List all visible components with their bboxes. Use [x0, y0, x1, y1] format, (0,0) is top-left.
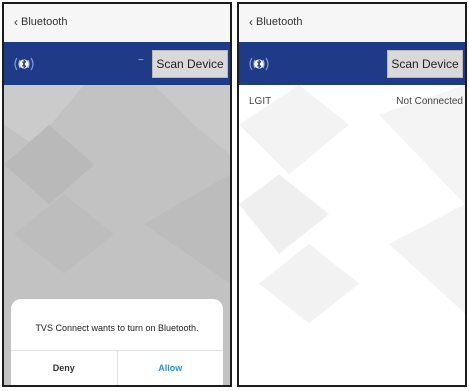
chevron-left-icon: ‹	[14, 15, 18, 29]
device-name: LGIT	[249, 96, 272, 107]
background-pattern	[239, 85, 465, 324]
scan-device-button[interactable]: Scan Device	[387, 50, 463, 78]
dialog-actions: Deny Allow	[11, 350, 223, 385]
bluetooth-permission-dialog: TVS Connect wants to turn on Bluetooth. …	[11, 299, 223, 385]
back-label: Bluetooth	[21, 16, 68, 28]
back-button[interactable]: ‹ Bluetooth	[249, 16, 302, 28]
device-status: Not Connected	[396, 96, 463, 107]
allow-button[interactable]: Allow	[118, 351, 224, 385]
device-list: LGIT Not Connected	[239, 85, 465, 385]
dialog-message: TVS Connect wants to turn on Bluetooth.	[35, 323, 199, 333]
bluetooth-signal-icon	[14, 57, 34, 71]
phone-screen-permission: ‹ Bluetooth ~ Scan Device TVS Connect wa…	[2, 2, 232, 387]
back-button[interactable]: ‹ Bluetooth	[14, 16, 67, 28]
back-label: Bluetooth	[256, 16, 303, 28]
dimmed-content: TVS Connect wants to turn on Bluetooth. …	[4, 85, 230, 385]
device-row[interactable]: LGIT Not Connected	[239, 91, 465, 113]
scan-device-button[interactable]: Scan Device	[152, 50, 228, 78]
deny-button[interactable]: Deny	[11, 351, 118, 385]
bluetooth-toolbar: ~ Scan Device	[4, 42, 230, 85]
phone-screen-device-list: ‹ Bluetooth Scan Device LGIT Not Connect…	[237, 2, 467, 387]
nav-bar: ‹ Bluetooth	[4, 4, 230, 43]
bluetooth-signal-icon	[249, 57, 269, 71]
chevron-left-icon: ‹	[249, 15, 253, 29]
bluetooth-toolbar: Scan Device	[239, 42, 465, 85]
nav-bar: ‹ Bluetooth	[239, 4, 465, 43]
status-indicator: ~	[138, 55, 144, 66]
